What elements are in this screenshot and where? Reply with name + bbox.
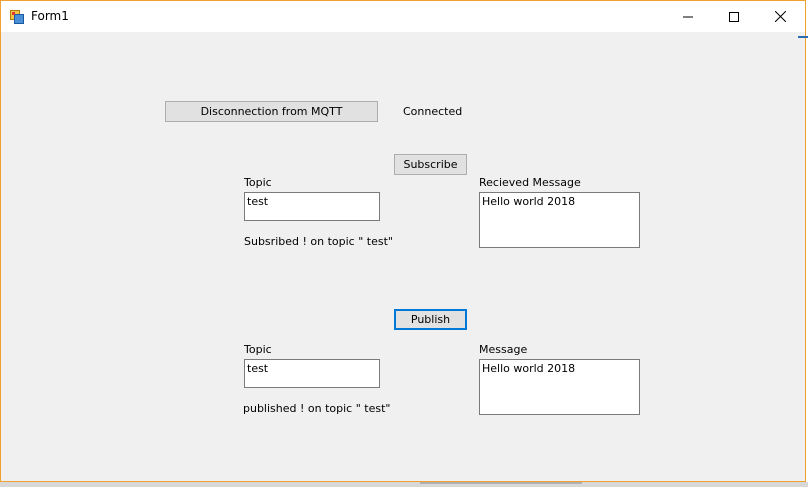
subscribe-topic-input[interactable]: test (244, 192, 380, 221)
publish-topic-label: Topic (244, 343, 272, 356)
title-bar[interactable]: Form1 (1, 1, 805, 32)
message-label: Message (479, 343, 528, 356)
subscribe-topic-label: Topic (244, 176, 272, 189)
maximize-button[interactable] (711, 1, 757, 32)
close-icon (774, 11, 786, 22)
subscribe-button[interactable]: Subscribe (394, 154, 467, 175)
publish-button[interactable]: Publish (394, 309, 467, 330)
close-button[interactable] (757, 1, 803, 32)
message-textbox[interactable]: Hello world 2018 (479, 359, 640, 415)
main-window: Form1 Disconnection from MQTT Connected … (0, 0, 806, 482)
received-message-textbox[interactable]: Hello world 2018 (479, 192, 640, 248)
connection-status-label: Connected (403, 105, 463, 118)
publish-status-label: published ! on topic " test" (243, 402, 391, 415)
received-message-label: Recieved Message (479, 176, 581, 189)
form-client-area: Disconnection from MQTT Connected Subscr… (1, 32, 805, 481)
minimize-button[interactable] (665, 1, 711, 32)
app-icon (10, 9, 24, 24)
minimize-icon (683, 12, 693, 22)
subscribe-status-label: Subsribed ! on topic " test" (244, 235, 393, 248)
maximize-icon (729, 11, 739, 22)
background-window-edge (798, 36, 808, 38)
window-title: Form1 (31, 9, 69, 23)
background-taskbar-strip (0, 482, 808, 487)
disconnect-button[interactable]: Disconnection from MQTT (165, 101, 378, 122)
background-strip-mark (420, 482, 582, 484)
publish-topic-input[interactable]: test (244, 359, 380, 388)
